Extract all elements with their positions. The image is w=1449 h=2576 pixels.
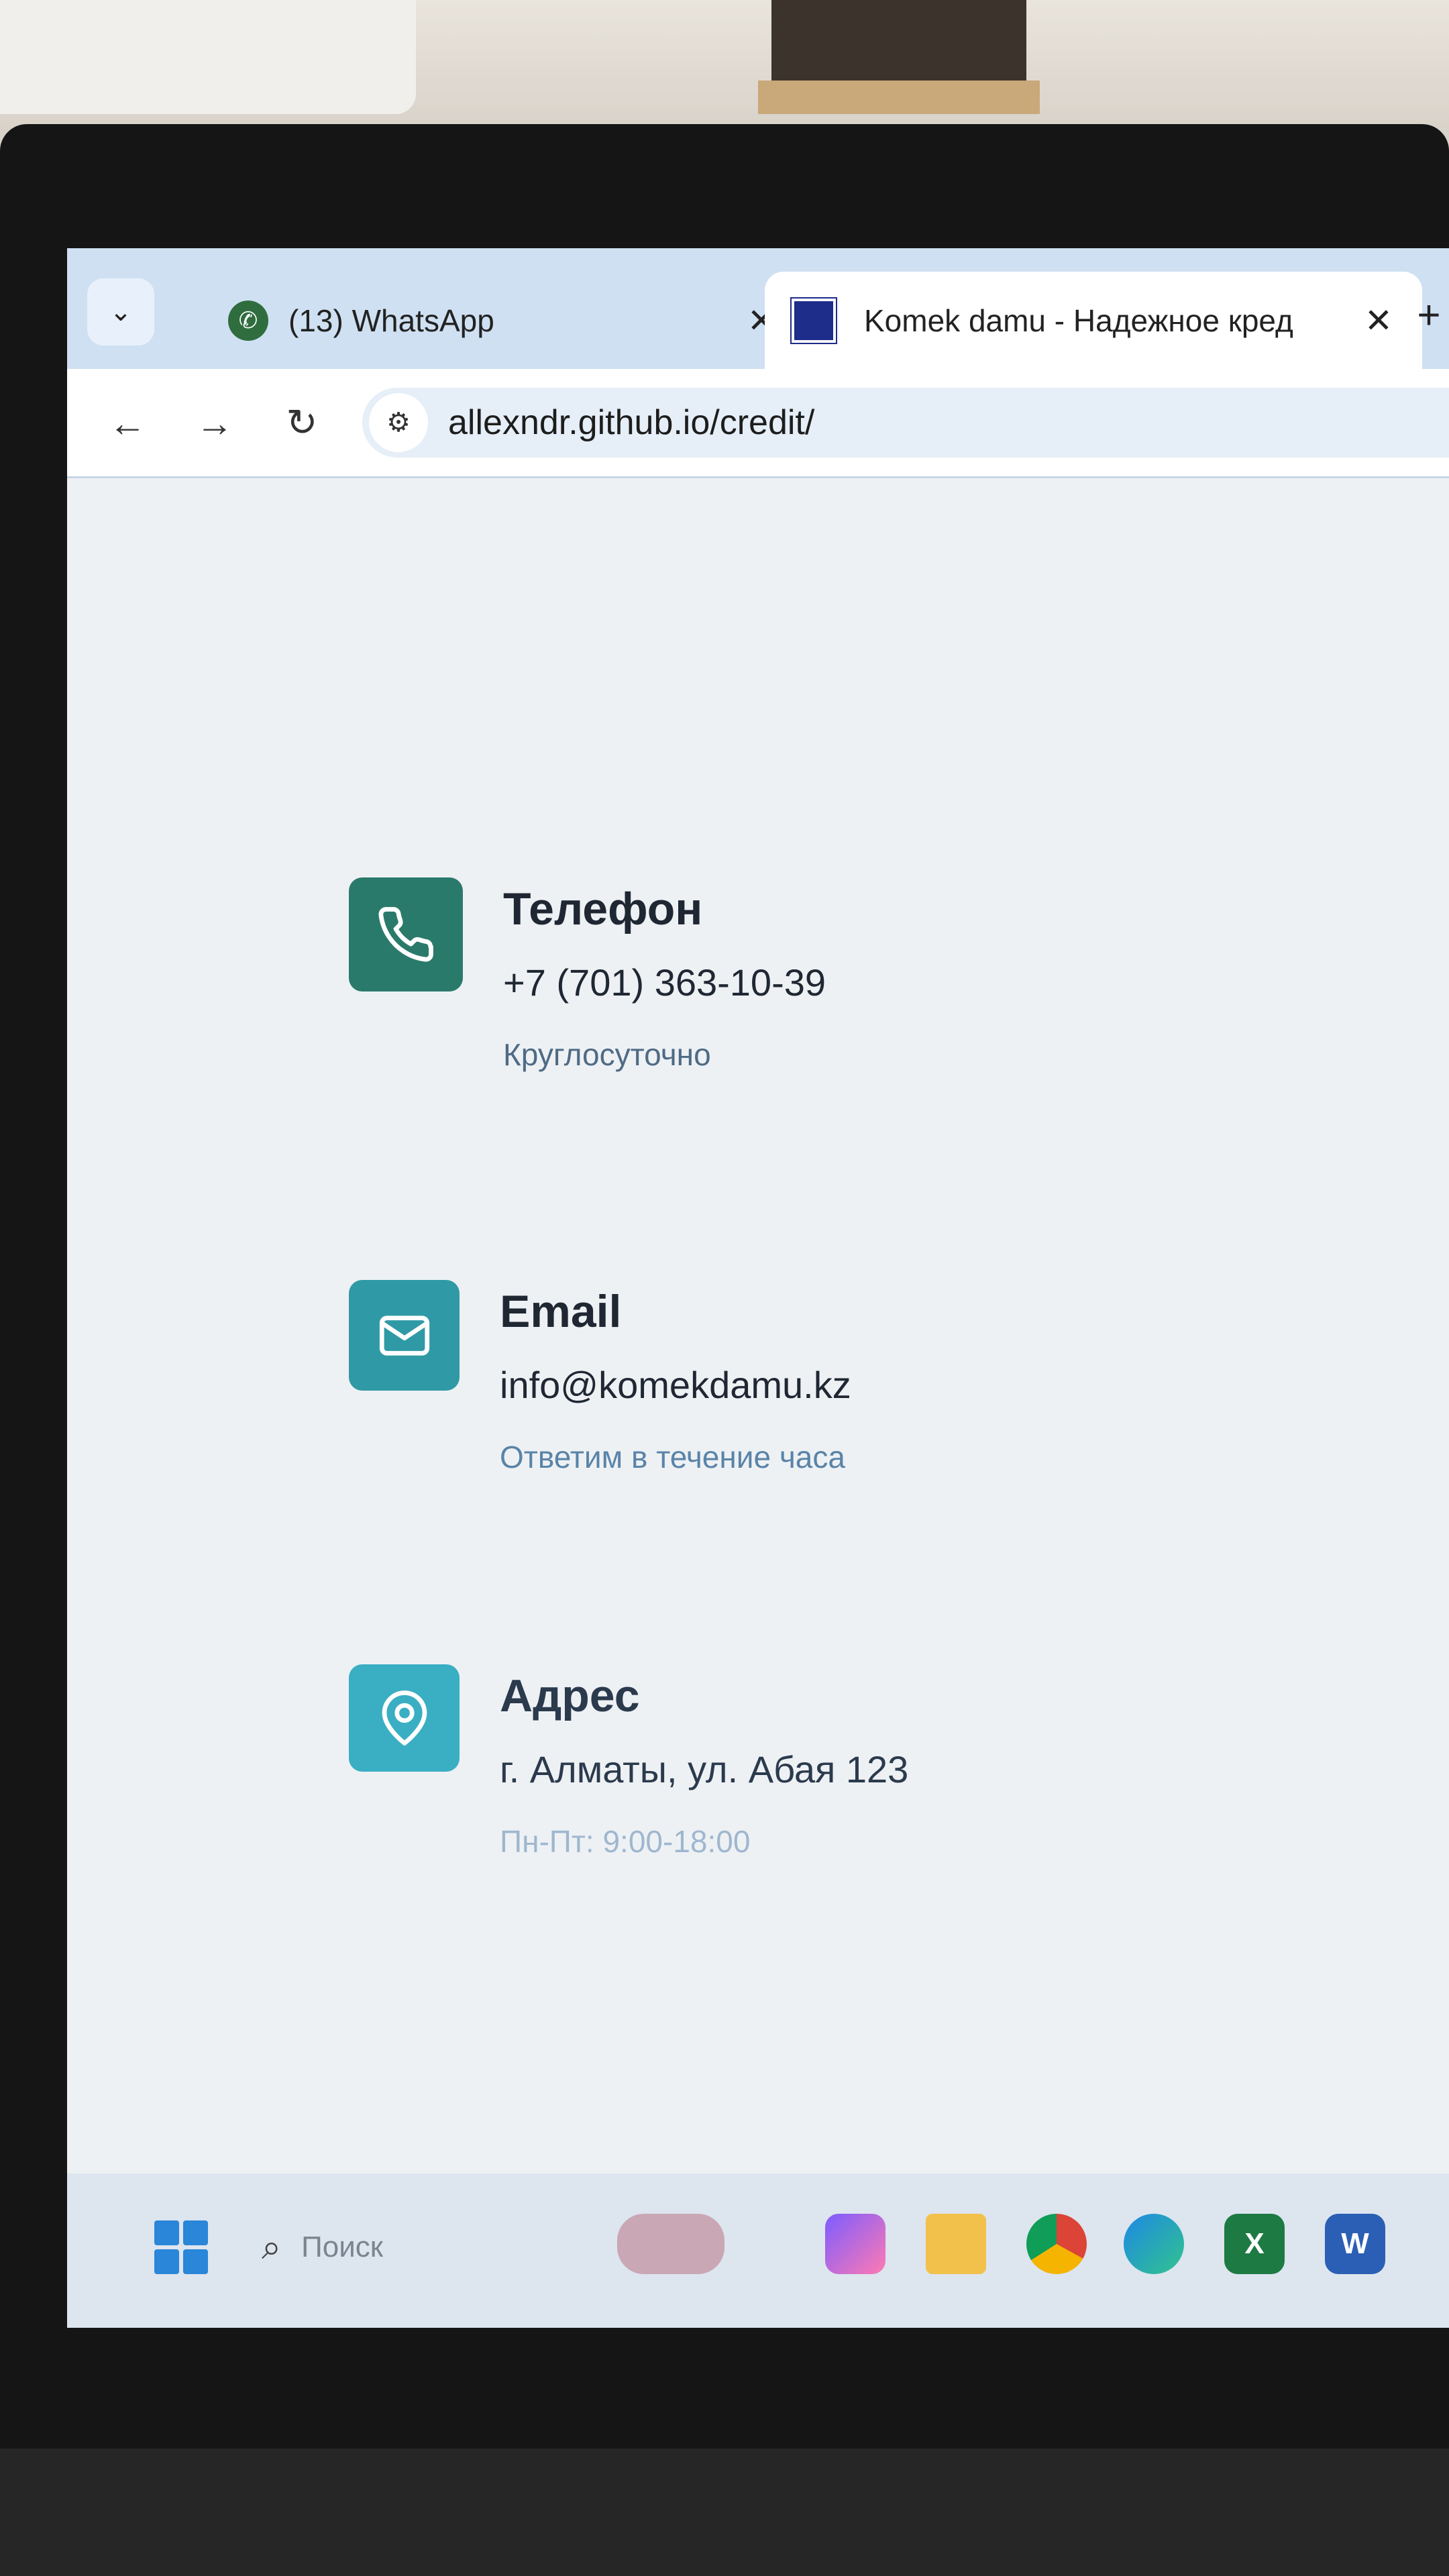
new-tab-button[interactable]: + [1409, 288, 1449, 342]
whatsapp-icon: ✆ [228, 300, 268, 341]
site-favicon-icon [792, 298, 836, 343]
tab-title: (13) WhatsApp [288, 303, 494, 338]
address-text: г. Алматы, ул. Абая 123 [500, 1748, 909, 1790]
file-explorer-icon[interactable] [926, 2214, 986, 2274]
laptop-screen: ⌄ ✆ (13) WhatsApp ✕ Komek damu - Надежно… [67, 248, 1449, 2328]
contact-text: Адрес г. Алматы, ул. Абая 123 Пн-Пт: 9:0… [500, 1664, 908, 1860]
mail-icon [349, 1280, 460, 1391]
location-pin-icon [349, 1664, 460, 1772]
contact-note: Ответим в течение часа [500, 1440, 845, 1474]
email-address[interactable]: info@komekdamu.kz [500, 1363, 851, 1407]
laptop-keyboard-area [0, 2449, 1449, 2576]
contact-note: Пн-Пт: 9:00-18:00 [500, 1824, 751, 1859]
word-icon[interactable]: W [1325, 2214, 1385, 2274]
contact-note: Круглосуточно [503, 1037, 711, 1072]
contact-text: Email info@komekdamu.kz Ответим в течени… [500, 1280, 851, 1475]
windows-taskbar: ⌕ Поиск X W [67, 2174, 1449, 2328]
browser-tabstrip: ⌄ ✆ (13) WhatsApp ✕ Komek damu - Надежно… [67, 248, 1449, 369]
chevron-down-icon: ⌄ [109, 297, 132, 327]
excel-icon[interactable]: X [1224, 2214, 1285, 2274]
contact-phone: Телефон +7 (701) 363-10-39 Круглосуточно [349, 877, 826, 1073]
background-object [758, 80, 1040, 114]
chrome-icon[interactable] [1026, 2214, 1087, 2274]
url-text[interactable]: allexndr.github.io/credit/ [448, 402, 814, 443]
contact-email: Email info@komekdamu.kz Ответим в течени… [349, 1280, 851, 1475]
browser-toolbar: ← → ↻ ⚙ allexndr.github.io/credit/ [67, 369, 1449, 478]
forward-arrow-icon[interactable]: → [188, 396, 241, 449]
contact-text: Телефон +7 (701) 363-10-39 Круглосуточно [503, 877, 826, 1073]
contact-title: Телефон [503, 883, 703, 934]
contact-title: Адрес [500, 1670, 640, 1721]
page-content: Телефон +7 (701) 363-10-39 Круглосуточно… [67, 478, 1449, 2222]
phone-icon [349, 877, 463, 991]
contact-address: Адрес г. Алматы, ул. Абая 123 Пн-Пт: 9:0… [349, 1664, 908, 1860]
address-bar[interactable]: ⚙ allexndr.github.io/credit/ [362, 388, 1449, 458]
site-info-icon[interactable]: ⚙ [369, 393, 428, 452]
search-icon: ⌕ [262, 2227, 282, 2267]
widget-icon[interactable] [617, 2214, 724, 2274]
edge-icon[interactable] [1124, 2214, 1184, 2274]
background-wall [0, 0, 1449, 134]
tab-title: Komek damu - Надежное кред [864, 303, 1293, 338]
tab-komek-damu[interactable]: Komek damu - Надежное кред ✕ [765, 272, 1422, 369]
copilot-icon[interactable] [825, 2214, 885, 2274]
taskbar-search[interactable]: ⌕ Поиск [262, 2220, 383, 2274]
search-placeholder: Поиск [301, 2231, 384, 2263]
close-icon[interactable]: ✕ [1355, 301, 1402, 340]
phone-number[interactable]: +7 (701) 363-10-39 [503, 961, 826, 1004]
back-arrow-icon[interactable]: ← [101, 396, 154, 449]
reload-icon[interactable]: ↻ [275, 396, 329, 449]
tab-search-button[interactable]: ⌄ [87, 278, 154, 345]
tab-whatsapp[interactable]: ✆ (13) WhatsApp ✕ [188, 272, 805, 369]
contact-title: Email [500, 1286, 622, 1337]
windows-start-icon[interactable] [154, 2220, 208, 2274]
background-object [0, 0, 416, 114]
